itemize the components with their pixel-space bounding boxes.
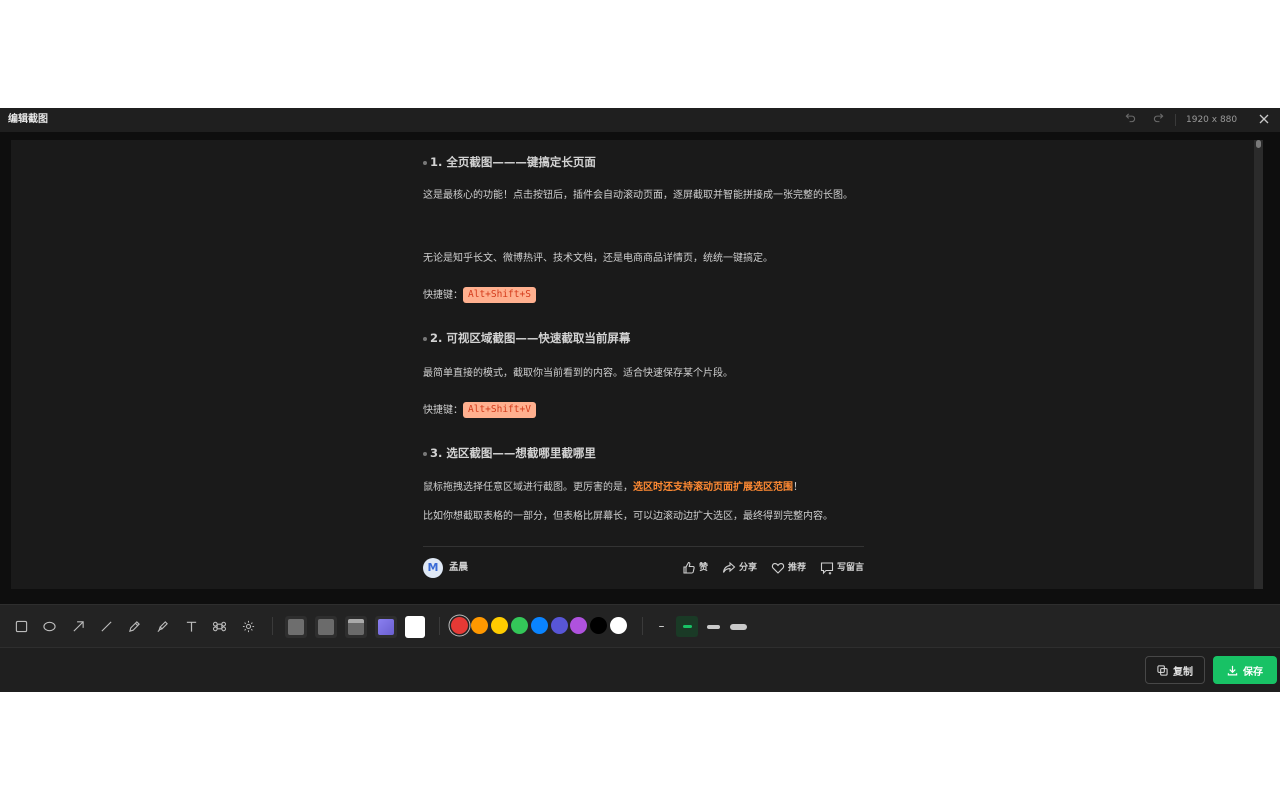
title-bar: 编辑截图 1920 x 880	[0, 108, 1280, 132]
color-green[interactable]	[511, 617, 528, 634]
article-actions: 赞 分享 推荐 写留言	[682, 559, 864, 577]
background-swatch-3[interactable]	[345, 616, 367, 638]
scroll-thumb[interactable]	[1256, 140, 1261, 148]
editor-title: 编辑截图	[8, 114, 48, 125]
download-icon	[1227, 665, 1238, 675]
share-action: 分享	[722, 559, 757, 577]
thumbs-up-icon	[683, 561, 695, 574]
toolbar-separator	[272, 617, 273, 635]
stroke-large[interactable]	[703, 616, 723, 637]
redo-icon[interactable]	[1150, 112, 1166, 128]
ellipse-icon[interactable]	[39, 616, 59, 636]
paragraph-3-1: 鼠标拖拽选择任意区域进行截图。更厉害的是，选区时还支持滚动页面扩展选区范围！	[423, 482, 803, 493]
image-dimensions: 1920 x 880	[1186, 115, 1238, 125]
preview-scrollbar[interactable]	[1254, 140, 1263, 589]
shortcut-badge: Alt+Shift+S	[463, 287, 536, 303]
background-swatch-5[interactable]	[405, 616, 425, 638]
copy-icon	[1157, 664, 1168, 676]
mosaic-icon[interactable]	[209, 616, 229, 636]
recommend-action: 推荐	[771, 559, 806, 577]
bullet-icon	[423, 160, 427, 165]
stroke-xlarge[interactable]	[727, 616, 749, 637]
copy-button[interactable]: 复制	[1145, 656, 1205, 684]
highlighter-icon[interactable]	[152, 616, 172, 636]
share-icon	[722, 561, 736, 573]
paragraph-2-1: 最简单直接的模式，截取你当前看到的内容。适合快速保存某个片段。	[423, 368, 733, 379]
shortcut-badge: Alt+Shift+V	[463, 402, 536, 418]
save-button[interactable]: 保存	[1213, 656, 1277, 684]
screenshot-preview[interactable]: 1. 全页截图———键搞定长页面 这是最核心的功能！点击按钮后，插件会自动滚动页…	[11, 140, 1263, 589]
paragraph-1-2: 无论是知乎长文、微博热评、技术文档，还是电商商品详情页，统统一键搞定。	[423, 253, 773, 264]
pen-icon[interactable]	[124, 616, 144, 636]
paragraph-3-2: 比如你想截取表格的一部分，但表格比屏幕长，可以边滚动边扩大选区，最终得到完整内容…	[423, 511, 833, 522]
article-footer-divider	[423, 546, 864, 547]
screenshot-editor: 编辑截图 1920 x 880 1. 全页截图———键搞定长页面 这是最核心的功…	[0, 108, 1280, 692]
color-orange[interactable]	[471, 617, 488, 634]
like-action: 赞	[682, 559, 708, 577]
close-icon[interactable]	[1256, 112, 1272, 128]
line-icon[interactable]	[96, 616, 116, 636]
color-red[interactable]	[451, 617, 468, 634]
undo-icon[interactable]	[1122, 112, 1138, 128]
title-separator	[1175, 114, 1176, 126]
canvas-area: 1. 全页截图———键搞定长页面 这是最核心的功能！点击按钮后，插件会自动滚动页…	[0, 132, 1280, 604]
background-swatch-2[interactable]	[315, 616, 337, 638]
text-icon[interactable]	[181, 616, 201, 636]
shortcut-row-1: 快捷键： Alt+Shift+S	[423, 283, 869, 309]
color-purple[interactable]	[570, 617, 587, 634]
section-heading-1: 1. 全页截图———键搞定长页面	[423, 154, 596, 170]
arrow-icon[interactable]	[68, 616, 88, 636]
shortcut-row-2: 快捷键： Alt+Shift+V	[423, 398, 869, 424]
color-white[interactable]	[610, 617, 627, 634]
blur-icon[interactable]	[238, 616, 258, 636]
stroke-medium[interactable]	[676, 616, 698, 637]
section-heading-2: 2. 可视区域截图——快速截取当前屏幕	[423, 330, 630, 346]
comment-action: 写留言	[820, 559, 864, 577]
section-heading-3: 3. 选区截图——想截哪里截哪里	[423, 445, 596, 461]
color-indigo[interactable]	[551, 617, 568, 634]
avatar: M	[423, 558, 443, 578]
comment-icon	[820, 562, 834, 575]
color-blue[interactable]	[531, 617, 548, 634]
color-yellow[interactable]	[491, 617, 508, 634]
toolbar-separator	[642, 617, 643, 635]
highlighted-text: 选区时还支持滚动页面扩展选区范围	[633, 482, 793, 493]
toolbar-separator	[439, 617, 440, 635]
paragraph-1-1: 这是最核心的功能！点击按钮后，插件会自动滚动页面，逐屏截取并智能拼接成一张完整的…	[423, 190, 853, 201]
bullet-icon	[423, 451, 427, 456]
background-swatch-1[interactable]	[285, 616, 307, 638]
action-bar: 复制 保存	[0, 648, 1280, 692]
color-black[interactable]	[590, 617, 607, 634]
stroke-small[interactable]	[654, 616, 668, 637]
background-swatch-4[interactable]	[375, 616, 397, 638]
rectangle-icon[interactable]	[11, 616, 31, 636]
annotation-toolbar	[0, 604, 1280, 648]
bullet-icon	[423, 336, 427, 341]
captured-article: 1. 全页截图———键搞定长页面 这是最核心的功能！点击按钮后，插件会自动滚动页…	[411, 140, 864, 589]
heart-icon	[771, 563, 785, 574]
author-name: 孟晨	[449, 562, 469, 573]
